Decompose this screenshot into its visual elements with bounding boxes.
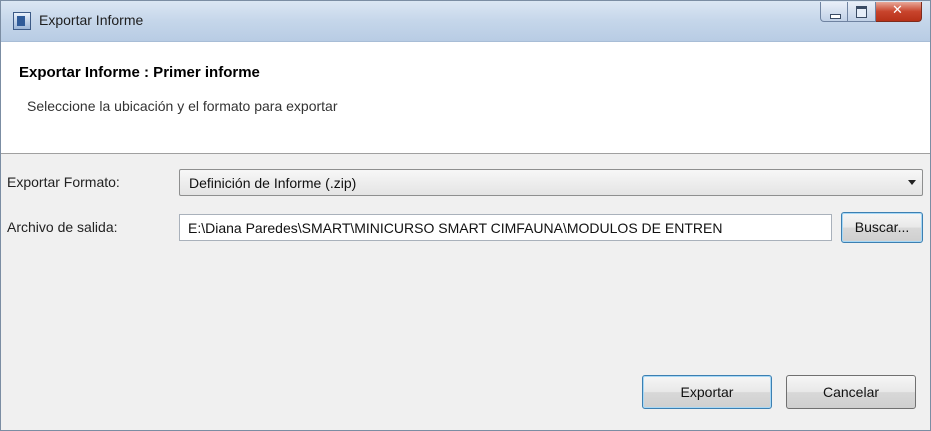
output-file-input[interactable]: E:\Diana Paredes\SMART\MINICURSO SMART C… [179, 214, 832, 241]
dialog-description: Seleccione la ubicación y el formato par… [27, 98, 338, 114]
output-file-label: Archivo de salida: [7, 219, 118, 235]
maximize-button[interactable] [848, 2, 876, 22]
browse-button[interactable]: Buscar... [841, 212, 923, 243]
chevron-down-icon [908, 180, 916, 185]
cancel-button[interactable]: Cancelar [786, 375, 916, 409]
output-file-value: E:\Diana Paredes\SMART\MINICURSO SMART C… [188, 220, 723, 236]
minimize-button[interactable] [820, 2, 848, 22]
app-icon [13, 12, 31, 30]
title-bar[interactable]: Exportar Informe [1, 1, 930, 42]
format-label: Exportar Formato: [7, 174, 120, 190]
dialog-heading: Exportar Informe : Primer informe [19, 64, 260, 81]
window-title: Exportar Informe [39, 12, 144, 28]
format-select[interactable]: Definición de Informe (.zip) [179, 169, 923, 196]
dialog-header: Exportar Informe : Primer informe Selecc… [1, 42, 930, 154]
export-button[interactable]: Exportar [642, 375, 772, 409]
format-select-value: Definición de Informe (.zip) [189, 175, 357, 191]
window-controls [820, 2, 922, 24]
close-button[interactable] [876, 2, 922, 22]
export-report-dialog: Exportar Informe Exportar Informe : Prim… [0, 0, 931, 431]
